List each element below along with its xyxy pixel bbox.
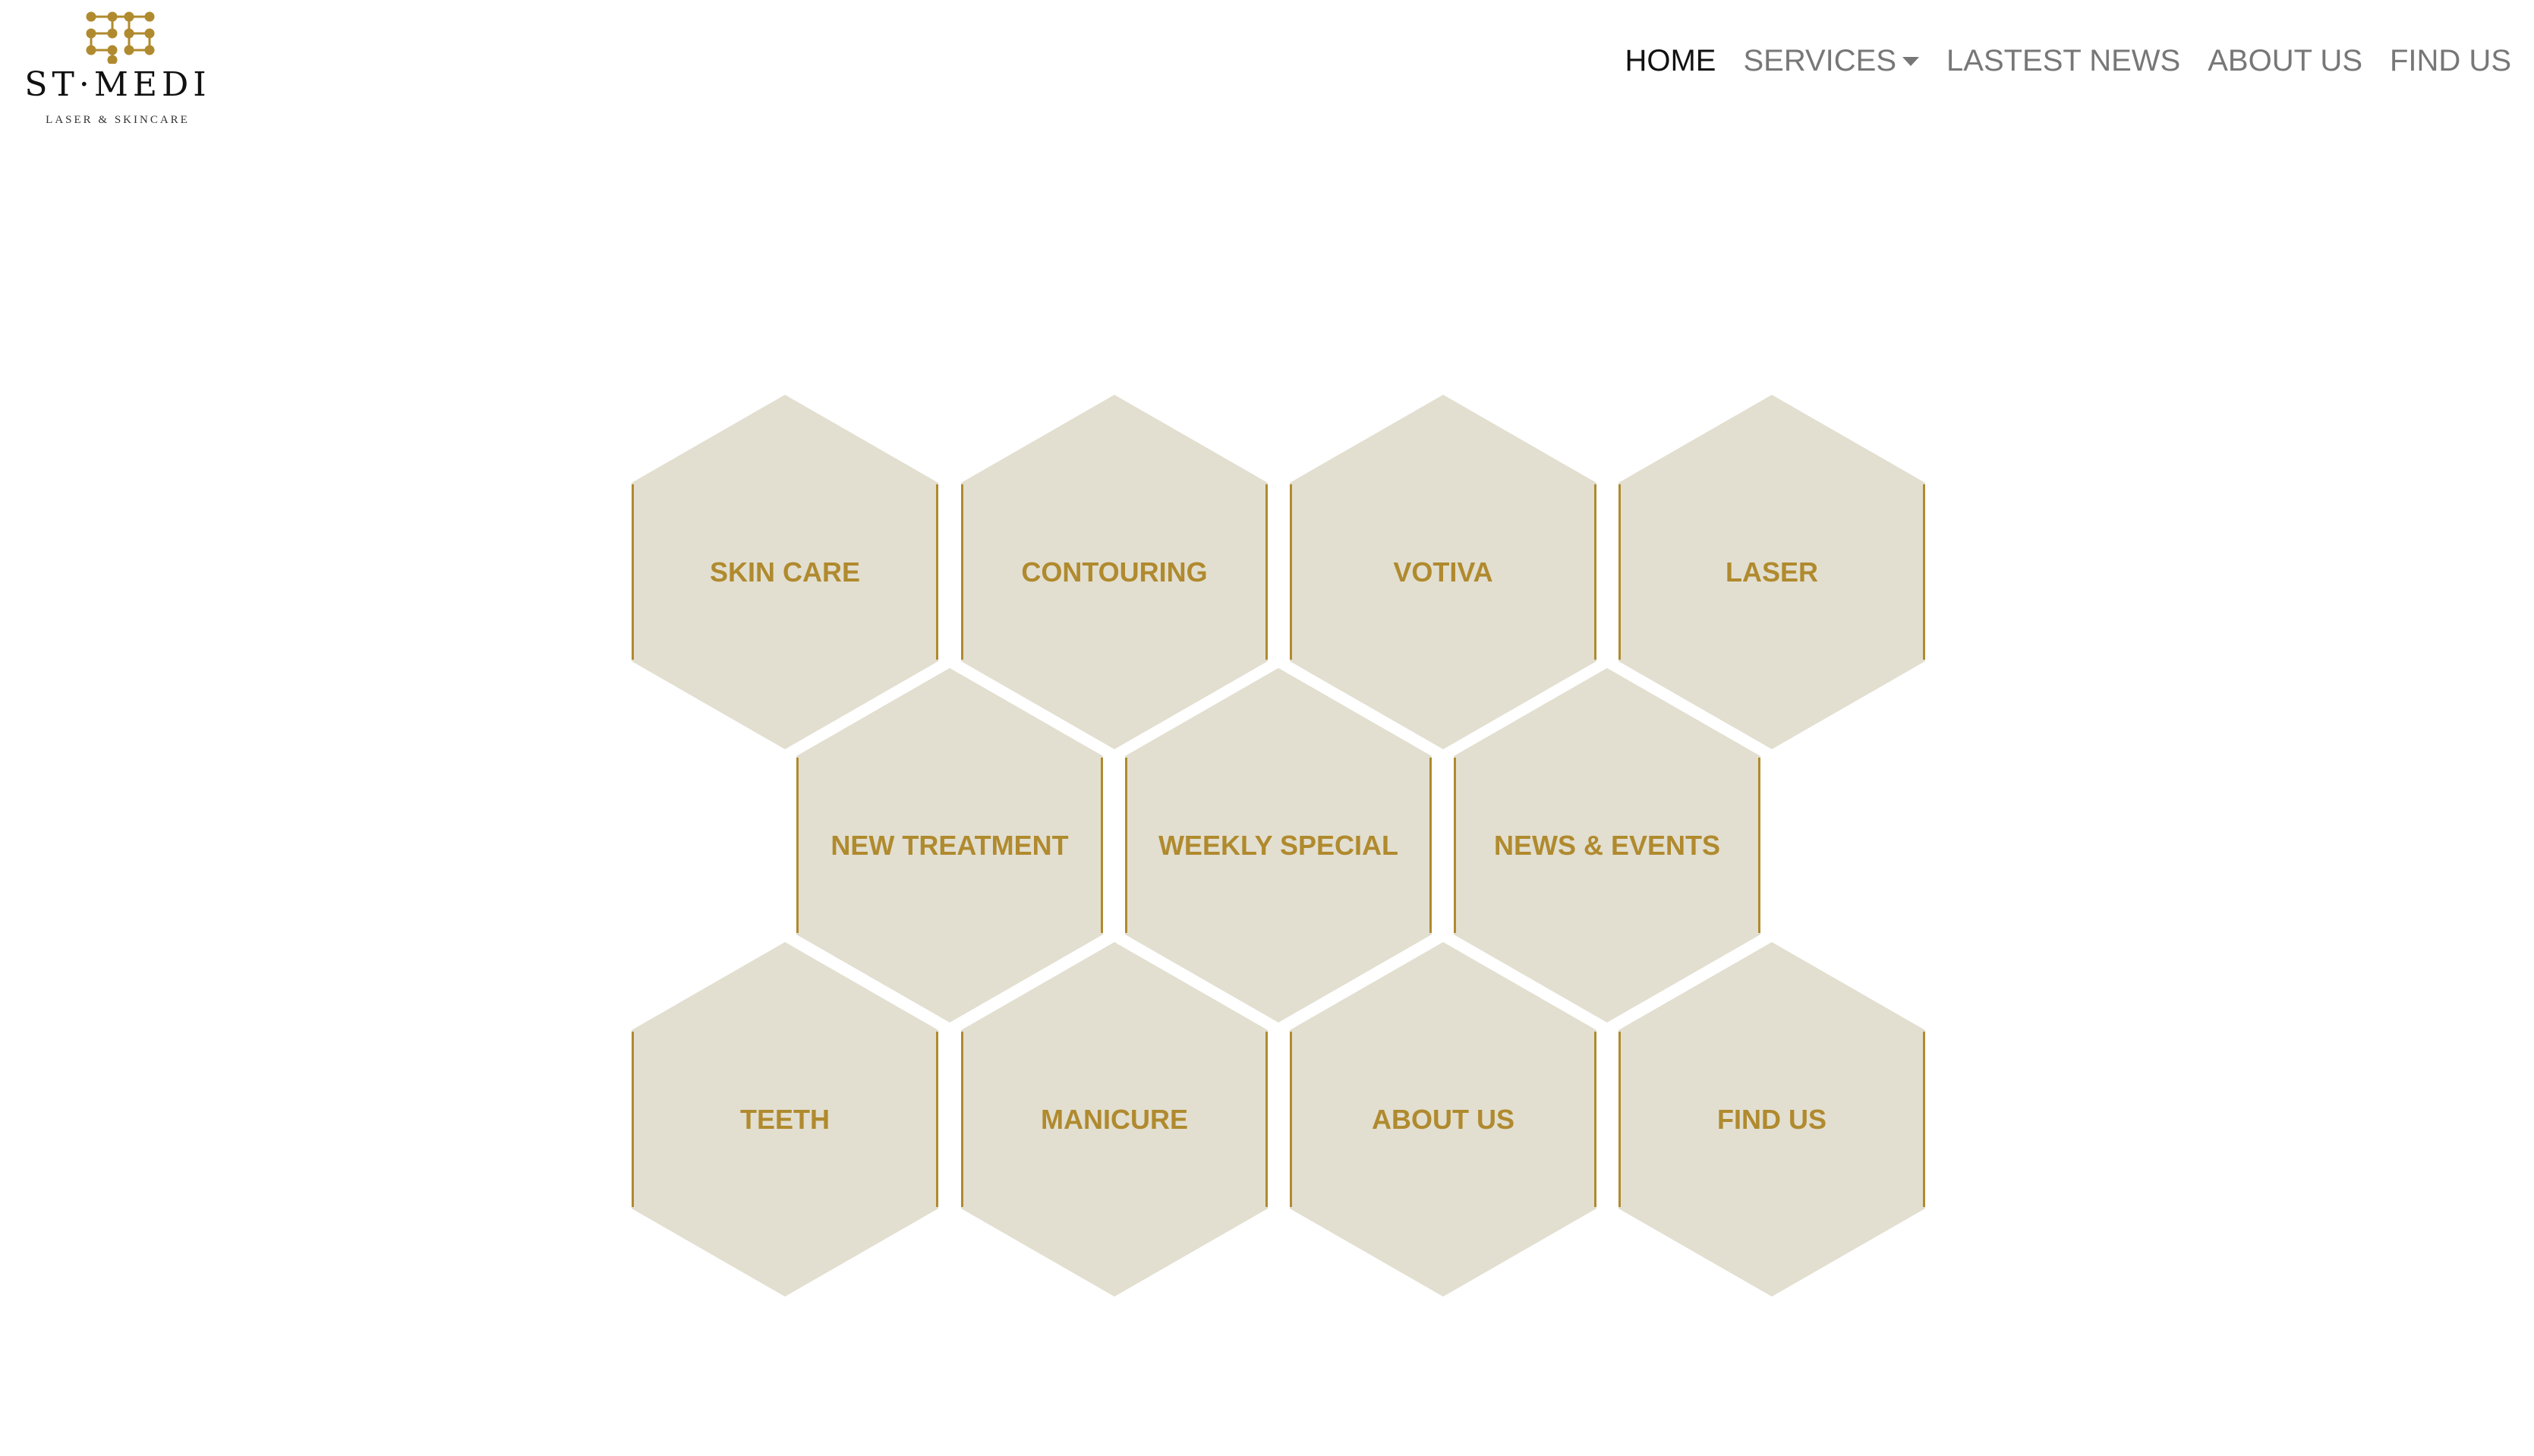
nav-item-label: SERVICES <box>1743 44 1897 77</box>
nav-item-services[interactable]: SERVICES <box>1743 44 1920 78</box>
hex-tile-teeth[interactable]: TEETH <box>632 942 938 1297</box>
nav-item-label: LASTEST NEWS <box>1946 44 2181 77</box>
hex-tile-label: TEETH <box>739 1103 830 1135</box>
hex-tile-label: FIND US <box>1717 1103 1826 1135</box>
dot-grid-logo-icon <box>86 11 155 64</box>
nav-item-about-us[interactable]: ABOUT US <box>2208 44 2362 78</box>
hex-tile-manicure[interactable]: MANICURE <box>961 942 1268 1297</box>
nav-item-label: ABOUT US <box>2208 44 2362 77</box>
caret-down-icon <box>1902 56 1920 66</box>
main-nav: HOME SERVICES LASTEST NEWS ABOUT US FIND… <box>1625 44 2511 78</box>
nav-item-label: FIND US <box>2390 44 2511 77</box>
hex-tile-find-us[interactable]: FIND US <box>1618 942 1925 1297</box>
nav-item-home[interactable]: HOME <box>1625 44 1716 78</box>
hex-tile-label: ABOUT US <box>1372 1103 1514 1135</box>
nav-item-latest-news[interactable]: LASTEST NEWS <box>1946 44 2180 78</box>
brand-logo[interactable]: ST·MEDI LASER & SKINCARE <box>23 11 213 126</box>
nav-item-label: HOME <box>1625 44 1716 77</box>
hex-tile-label: MANICURE <box>1041 1103 1188 1135</box>
nav-item-find-us[interactable]: FIND US <box>2390 44 2511 78</box>
hex-tile-about-us[interactable]: ABOUT US <box>1290 942 1596 1297</box>
brand-tagline: LASER & SKINCARE <box>46 114 190 126</box>
brand-name: ST·MEDI <box>24 65 211 104</box>
